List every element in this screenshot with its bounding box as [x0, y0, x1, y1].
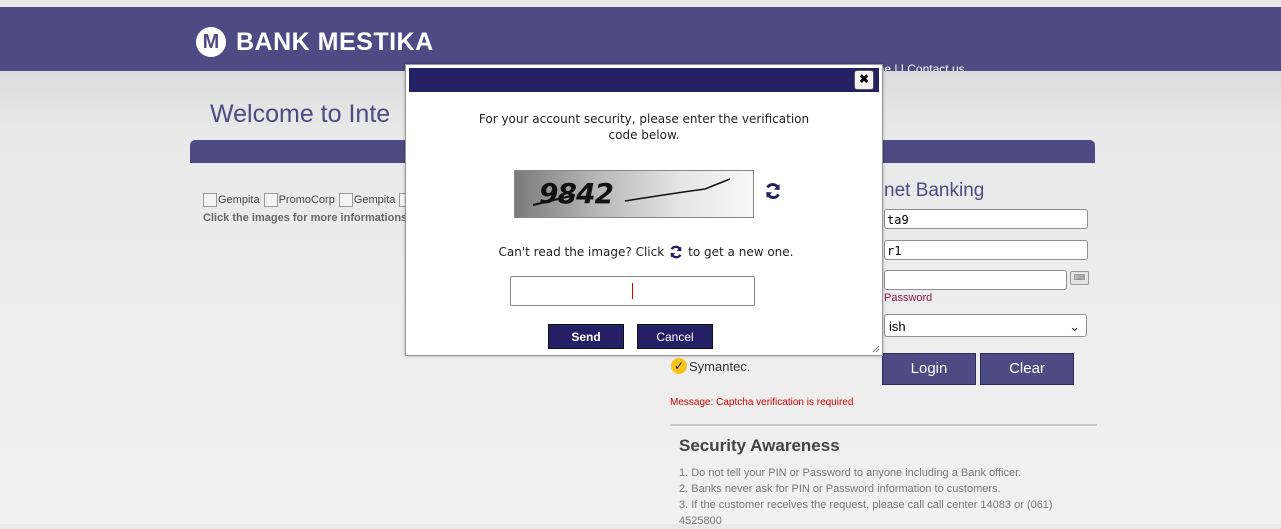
- cancel-button[interactable]: Cancel: [637, 324, 713, 349]
- divider: [670, 424, 1097, 426]
- dialog-titlebar[interactable]: ✖: [409, 68, 879, 92]
- dialog-prompt: For your account security, please enter …: [478, 112, 810, 142]
- security-title: Security Awareness: [679, 436, 840, 455]
- bank-name: BANK MESTIKA: [236, 27, 434, 56]
- broken-image-icon: [263, 193, 278, 207]
- promo-image-alt: PromoCorp: [278, 194, 335, 206]
- checkmark-icon: ✓: [671, 358, 687, 374]
- resize-grip-icon[interactable]: [870, 343, 880, 353]
- login-button[interactable]: Login: [882, 353, 976, 385]
- list-item: 1. Do not tell your PIN or Password to a…: [679, 467, 1022, 479]
- list-item: 3. If the customer receives the request,…: [679, 499, 1053, 527]
- clear-button[interactable]: Clear: [980, 353, 1074, 385]
- security-list: 1. Do not tell your PIN or Password to a…: [679, 465, 1079, 529]
- captcha-dialog: ✖ For your account security, please ente…: [405, 64, 883, 356]
- promo-images: Gempita PromoCorp Gempita: [203, 193, 414, 207]
- list-item: 2. Banks never ask for PIN or Password i…: [679, 483, 1001, 495]
- symantec-label: Symantec.: [689, 358, 751, 374]
- promo-image-1[interactable]: Gempita: [203, 193, 260, 207]
- promo-image-3[interactable]: Gempita: [338, 193, 396, 207]
- welcome-heading: Welcome to Inte: [210, 100, 391, 128]
- promo-info-text: Click the images for more informations: [203, 212, 408, 224]
- language-select[interactable]: ish ⌄: [884, 314, 1087, 337]
- bank-logo[interactable]: M BANK MESTIKA: [196, 27, 434, 57]
- virtual-keyboard-icon[interactable]: ⌨: [1070, 271, 1089, 285]
- forgot-password-link[interactable]: Password: [884, 292, 932, 304]
- promo-image-alt: Gempita: [218, 194, 260, 206]
- cant-read-text-after: to get a new one.: [688, 245, 794, 259]
- text-caret: [632, 283, 633, 299]
- company-id-field[interactable]: r1: [884, 240, 1088, 260]
- login-title: net Banking: [884, 180, 985, 201]
- captcha-noise-lines: [532, 178, 731, 206]
- broken-image-icon: [338, 193, 353, 207]
- bank-logo-icon: M: [196, 27, 226, 57]
- language-selected-value: ish: [889, 319, 906, 334]
- send-button[interactable]: Send: [548, 324, 624, 349]
- top-banner: M BANK MESTIKA Home | | Contact us: [0, 7, 1281, 76]
- user-id-field[interactable]: ta9: [884, 209, 1088, 229]
- captcha-code-input[interactable]: [510, 276, 755, 306]
- captcha-image: 9842: [514, 170, 754, 218]
- refresh-icon[interactable]: [763, 181, 783, 201]
- cant-read-text-before: Can't read the image? Click: [498, 245, 665, 259]
- cant-read-hint: Can't read the image? Click to get a new…: [461, 244, 831, 260]
- promo-image-alt: Gempita: [353, 194, 396, 206]
- chevron-down-icon: ⌄: [1069, 319, 1080, 334]
- close-button[interactable]: ✖: [854, 70, 874, 90]
- password-field[interactable]: [884, 270, 1067, 290]
- error-message: Message: Captcha verification is require…: [670, 397, 854, 408]
- promo-image-2[interactable]: PromoCorp: [263, 193, 335, 207]
- broken-image-icon: [203, 193, 217, 207]
- refresh-icon[interactable]: [668, 244, 684, 260]
- symantec-seal[interactable]: ✓ Symantec.: [671, 358, 750, 374]
